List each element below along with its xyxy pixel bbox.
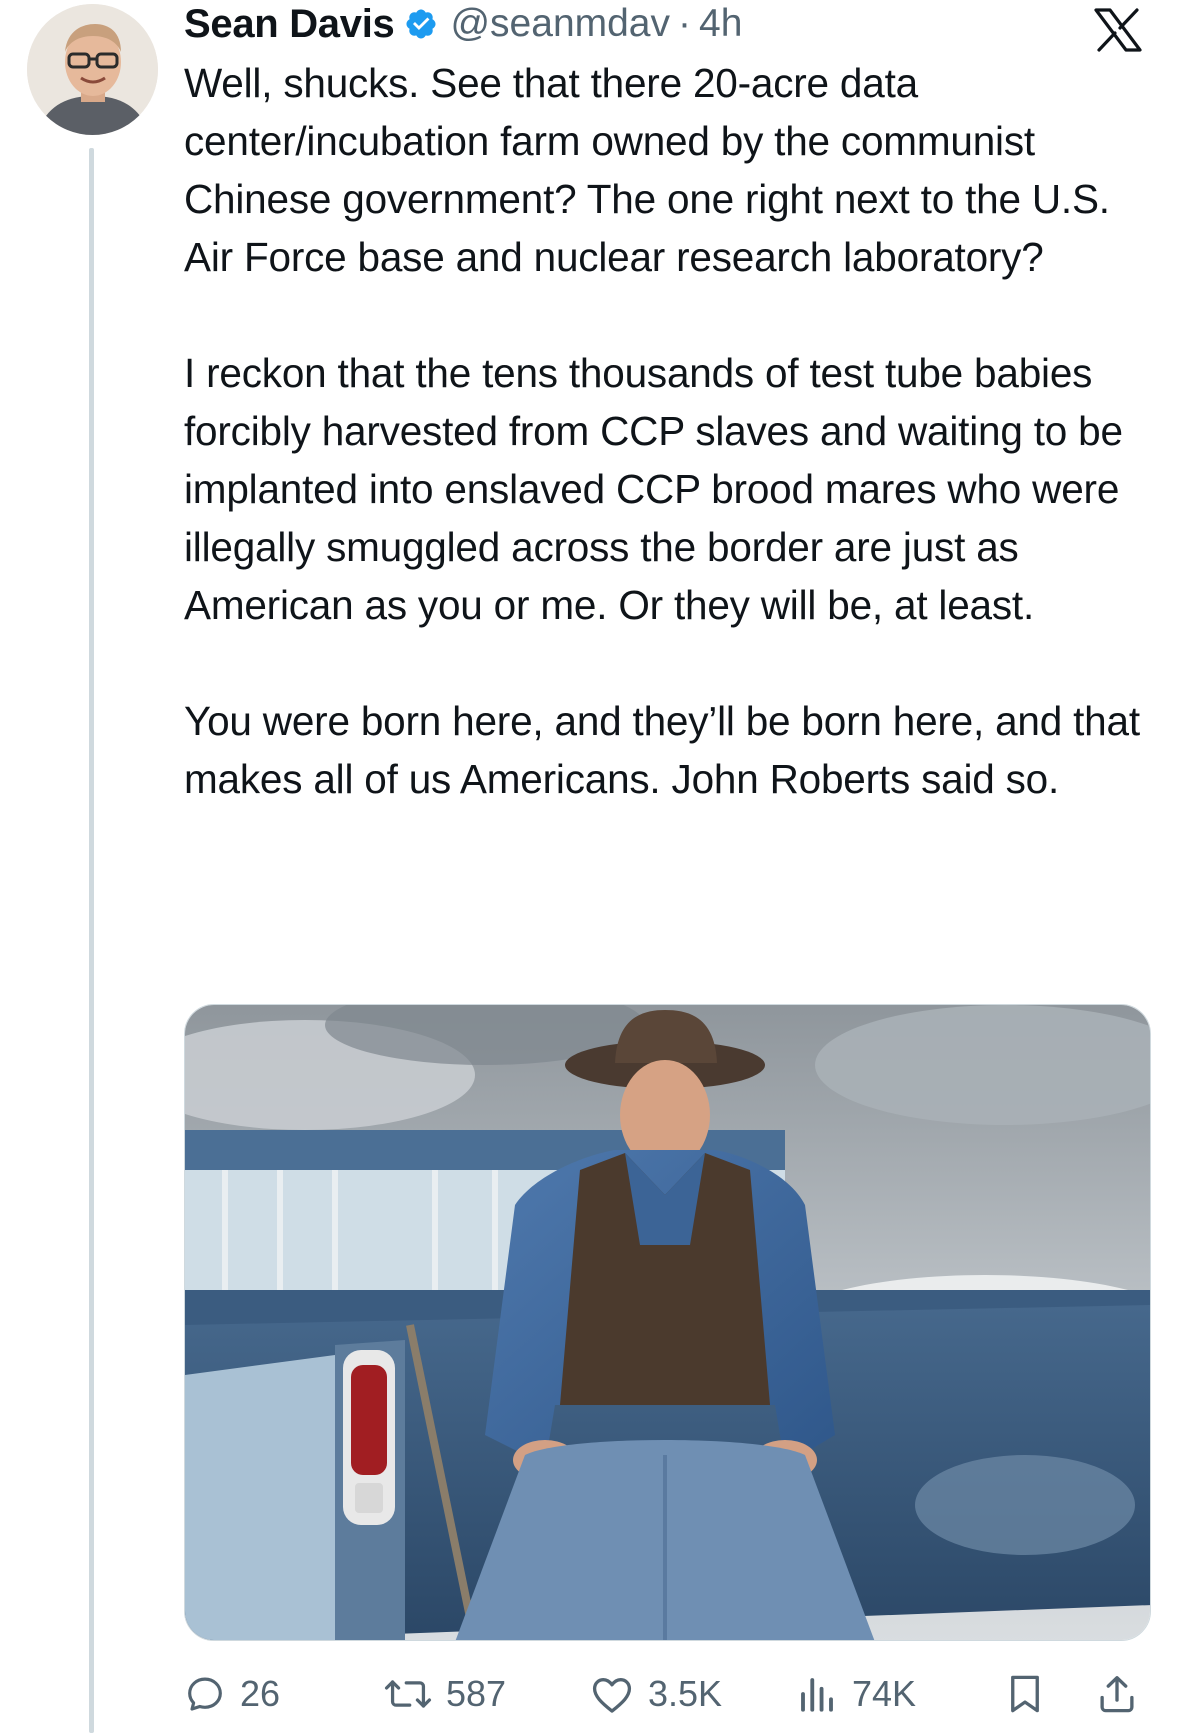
- photo-image: [185, 1005, 1150, 1640]
- views-count: 74K: [852, 1673, 917, 1714]
- repost-icon: [384, 1680, 432, 1708]
- tweet-paragraph-3: You were born here, and they’ll be born …: [184, 698, 1140, 802]
- repost-button[interactable]: 587: [384, 1664, 506, 1724]
- share-button[interactable]: [1096, 1664, 1138, 1724]
- like-count: 3.5K: [648, 1673, 723, 1714]
- views-icon: [801, 1678, 833, 1712]
- avatar-image: [27, 4, 158, 135]
- x-logo-icon: [1093, 8, 1143, 52]
- like-icon: [592, 1678, 632, 1713]
- tweet-paragraph-1: Well, shucks. See that there 20-acre dat…: [184, 60, 1110, 280]
- tweet-header: Sean Davis @seanmdav · 4h: [184, 0, 742, 48]
- display-name[interactable]: Sean Davis: [184, 2, 395, 47]
- separator-dot: ·: [678, 2, 691, 45]
- handle[interactable]: @seanmdav: [450, 2, 670, 46]
- reply-count: 26: [240, 1673, 281, 1714]
- timestamp[interactable]: 4h: [699, 2, 742, 46]
- avatar[interactable]: [27, 4, 158, 135]
- thread-line: [89, 148, 94, 1733]
- share-icon: [1100, 1676, 1134, 1713]
- tweet-action-bar: 26 587 3.5K 74K: [184, 1664, 1144, 1724]
- views-button[interactable]: 74K: [796, 1664, 916, 1724]
- tweet-media-photo[interactable]: [184, 1004, 1151, 1641]
- tweet-paragraph-2: I reckon that the tens thousands of test…: [184, 350, 1123, 628]
- bookmark-button[interactable]: [1004, 1664, 1046, 1724]
- tweet-text: Well, shucks. See that there 20-acre dat…: [184, 54, 1159, 808]
- repost-count: 587: [446, 1673, 507, 1714]
- bookmark-icon: [1011, 1675, 1039, 1713]
- like-button[interactable]: 3.5K: [590, 1664, 722, 1724]
- reply-button[interactable]: 26: [184, 1664, 280, 1724]
- reply-icon: [188, 1677, 222, 1711]
- verified-badge-icon: [404, 7, 438, 41]
